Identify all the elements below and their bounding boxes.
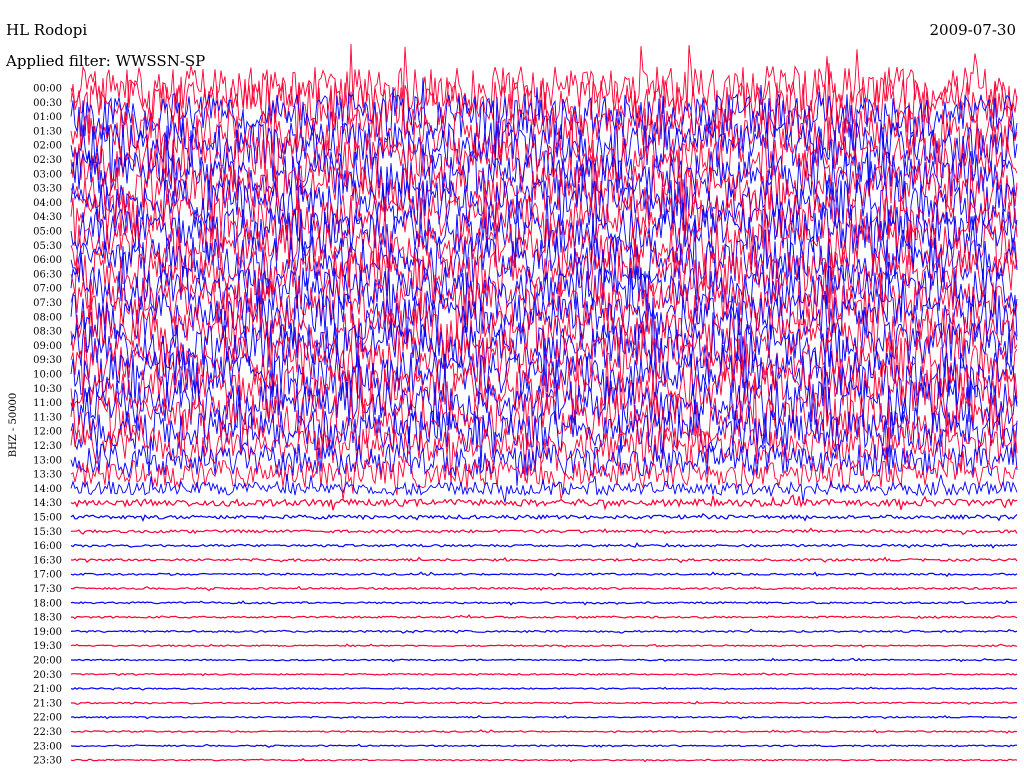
time-tick-label: 11:00 [33,398,62,409]
time-tick-label: 01:00 [33,112,62,123]
time-tick-label: 19:30 [33,641,62,652]
time-tick-label: 06:00 [33,255,62,266]
time-tick-label: 10:00 [33,370,62,381]
time-tick-label: 15:30 [33,527,62,538]
time-tick-label: 05:30 [33,241,62,252]
time-tick-label: 02:30 [33,155,62,166]
helicorder-plot: 00:00 00:30 01:00 01:30 02:00 02:30 03:00 03:30… [0,0,1024,780]
time-tick-label: 04:30 [33,212,62,223]
channel-label: BHZ - 50000 [8,393,19,458]
time-tick-label: 17:00 [33,570,62,581]
time-tick-label: 22:00 [33,713,62,724]
time-tick-label: 11:30 [33,412,62,423]
time-tick-label: 05:00 [33,227,62,238]
time-tick-label: 02:00 [33,141,62,152]
time-tick-label: 14:00 [33,484,62,495]
time-tick-label: 22:30 [33,727,62,738]
time-tick-label: 13:00 [33,455,62,466]
time-tick-label: 14:30 [33,498,62,509]
time-tick-label: 21:30 [33,698,62,709]
time-tick-label: 01:30 [33,126,62,137]
time-tick-label: 20:00 [33,656,62,667]
time-tick-label: 12:30 [33,441,62,452]
time-tick-label: 03:00 [33,169,62,180]
time-tick-label: 08:00 [33,312,62,323]
time-tick-label: 00:00 [33,84,62,95]
time-tick-label: 16:00 [33,541,62,552]
time-tick-label: 07:00 [33,284,62,295]
time-tick-label: 23:00 [33,741,62,752]
time-tick-label: 15:00 [33,513,62,524]
time-tick-label: 23:30 [33,756,62,767]
time-tick-label: 20:30 [33,670,62,681]
time-tick-label: 00:30 [33,98,62,109]
time-tick-label: 12:00 [33,427,62,438]
time-tick-label: 04:00 [33,198,62,209]
station-title: HL Rodopi [6,21,87,39]
time-tick-label: 21:00 [33,684,62,695]
time-tick-label: 09:00 [33,341,62,352]
time-tick-label: 07:30 [33,298,62,309]
time-tick-label: 03:30 [33,184,62,195]
filter-label: Applied filter: WWSSN-SP [5,52,205,70]
time-tick-label: 18:30 [33,613,62,624]
time-tick-label: 08:30 [33,327,62,338]
time-tick-label: 06:30 [33,269,62,280]
time-tick-label: 10:30 [33,384,62,395]
date-label: 2009-07-30 [930,21,1016,39]
time-tick-label: 19:00 [33,627,62,638]
time-tick-label: 17:30 [33,584,62,595]
time-tick-label: 16:30 [33,555,62,566]
time-tick-label: 18:00 [33,598,62,609]
time-tick-label: 13:30 [33,470,62,481]
time-tick-label: 09:30 [33,355,62,366]
